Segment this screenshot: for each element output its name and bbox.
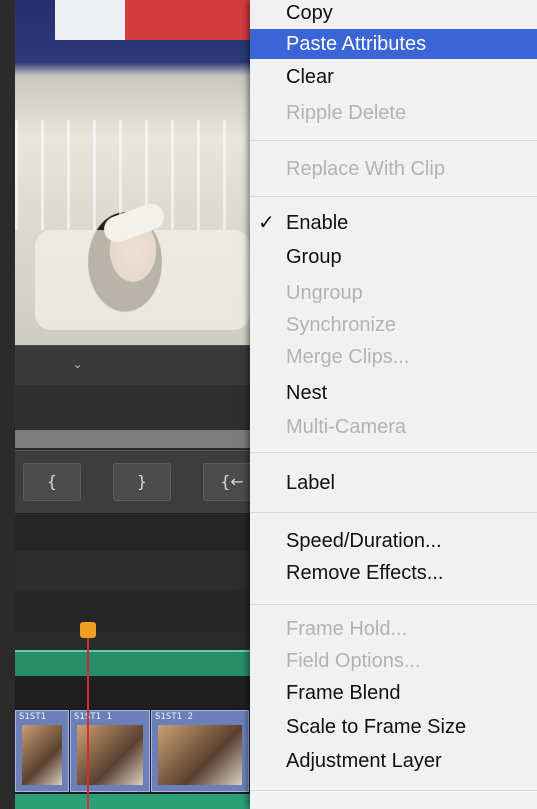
playhead-line — [87, 638, 89, 809]
menu-item-label: Copy — [286, 2, 333, 24]
menu-item-label: Scale to Frame Size — [286, 716, 467, 738]
menu-item-label: Frame Blend — [286, 682, 401, 704]
audio-track[interactable] — [15, 794, 250, 809]
wall-poster-red — [125, 0, 250, 40]
clip-name: S1ST1 — [19, 712, 47, 722]
timeline-track — [15, 591, 250, 631]
scrub-bar[interactable] — [15, 385, 250, 430]
menu-separator — [250, 512, 537, 513]
menu-item-group[interactable]: Group — [250, 242, 537, 272]
zoom-scrollbar[interactable] — [15, 430, 250, 448]
menu-item-label: Group — [286, 246, 342, 268]
menu-item-paste-attributes[interactable]: Paste Attributes — [250, 29, 537, 59]
menu-separator — [250, 452, 537, 453]
checkmark-icon: ✓ — [258, 212, 275, 234]
menu-item-adjustment-layer[interactable]: Adjustment Layer — [250, 746, 537, 776]
editor-background: ⌄ { } {← S1ST1 S1ST1 1 S1ST1 2 — [0, 0, 250, 809]
timeline-clip[interactable]: S1ST1 — [15, 710, 69, 792]
menu-item-speed-duration[interactable]: Speed/Duration... — [250, 526, 537, 556]
menu-item-label: Merge Clips... — [286, 346, 410, 368]
clip-name: S1ST1 2 — [155, 712, 193, 722]
menu-item-label: Paste Attributes — [286, 33, 427, 55]
menu-separator — [250, 196, 537, 197]
transport-controls: { } {← — [15, 450, 250, 514]
menu-item-nest[interactable]: Nest — [250, 378, 537, 408]
menu-item-label: Nest — [286, 382, 328, 404]
video-track: S1ST1 S1ST1 1 S1ST1 2 — [15, 706, 250, 794]
menu-item-label-submenu[interactable]: Label — [250, 468, 537, 498]
playhead-handle[interactable] — [80, 622, 96, 638]
timeline-clip[interactable]: S1ST1 1 — [70, 710, 150, 792]
clip-thumbnail — [22, 725, 62, 785]
menu-item-remove-effects[interactable]: Remove Effects... — [250, 558, 537, 588]
go-to-in-icon: {← — [220, 472, 244, 491]
chevron-down-icon[interactable]: ⌄ — [73, 358, 82, 371]
timeline-ruler[interactable] — [15, 551, 250, 591]
menu-item-merge-clips: Merge Clips... — [250, 342, 537, 372]
menu-item-label: Ripple Delete — [286, 102, 407, 124]
go-to-in-button[interactable]: {← — [203, 463, 250, 501]
mark-out-button[interactable]: { — [23, 463, 81, 501]
menu-item-multi-camera: Multi-Camera — [250, 412, 537, 442]
pillow — [35, 230, 250, 330]
timeline-clip[interactable]: S1ST1 2 — [151, 710, 249, 792]
menu-item-label: Adjustment Layer — [286, 750, 442, 772]
menu-item-label: Field Options... — [286, 650, 421, 672]
menu-separator — [250, 604, 537, 605]
menu-item-copy[interactable]: Copy — [250, 0, 537, 28]
timeline-header — [15, 515, 250, 551]
work-area-bar[interactable] — [15, 650, 250, 678]
menu-item-ungroup: Ungroup — [250, 278, 537, 308]
menu-item-label: Multi-Camera — [286, 416, 407, 438]
mark-in-icon: } — [136, 472, 148, 491]
clip-context-menu: Copy Paste Attributes Clear Ripple Delet… — [250, 0, 537, 809]
menu-item-ripple-delete: Ripple Delete — [250, 98, 537, 128]
menu-item-label: Enable — [286, 212, 349, 234]
menu-separator — [250, 790, 537, 791]
menu-item-label: Remove Effects... — [286, 562, 444, 584]
menu-item-frame-hold: Frame Hold... — [250, 614, 537, 644]
clip-name: S1ST1 1 — [74, 712, 112, 722]
menu-item-synchronize: Synchronize — [250, 310, 537, 340]
mark-in-button[interactable]: } — [113, 463, 171, 501]
menu-item-label: Speed/Duration... — [286, 530, 442, 552]
menu-item-label: Label — [286, 472, 335, 494]
menu-item-enable[interactable]: ✓ Enable — [250, 208, 537, 238]
menu-item-label: Frame Hold... — [286, 618, 408, 640]
menu-item-replace-with-clip: Replace With Clip — [250, 154, 537, 184]
program-monitor-frame — [15, 0, 250, 345]
menu-item-scale-to-frame-size[interactable]: Scale to Frame Size — [250, 712, 537, 742]
timecode-bar[interactable]: ⌄ — [15, 345, 250, 386]
menu-item-label: Clear — [286, 66, 334, 88]
clip-thumbnail — [158, 725, 242, 785]
mark-out-icon: { — [46, 472, 58, 491]
menu-item-label: Synchronize — [286, 314, 397, 336]
timeline-track — [15, 676, 250, 706]
menu-item-label: Ungroup — [286, 282, 363, 304]
menu-item-field-options: Field Options... — [250, 646, 537, 676]
menu-item-clear[interactable]: Clear — [250, 62, 537, 92]
menu-item-frame-blend[interactable]: Frame Blend — [250, 678, 537, 708]
menu-separator — [250, 140, 537, 141]
menu-item-label: Replace With Clip — [286, 158, 445, 180]
